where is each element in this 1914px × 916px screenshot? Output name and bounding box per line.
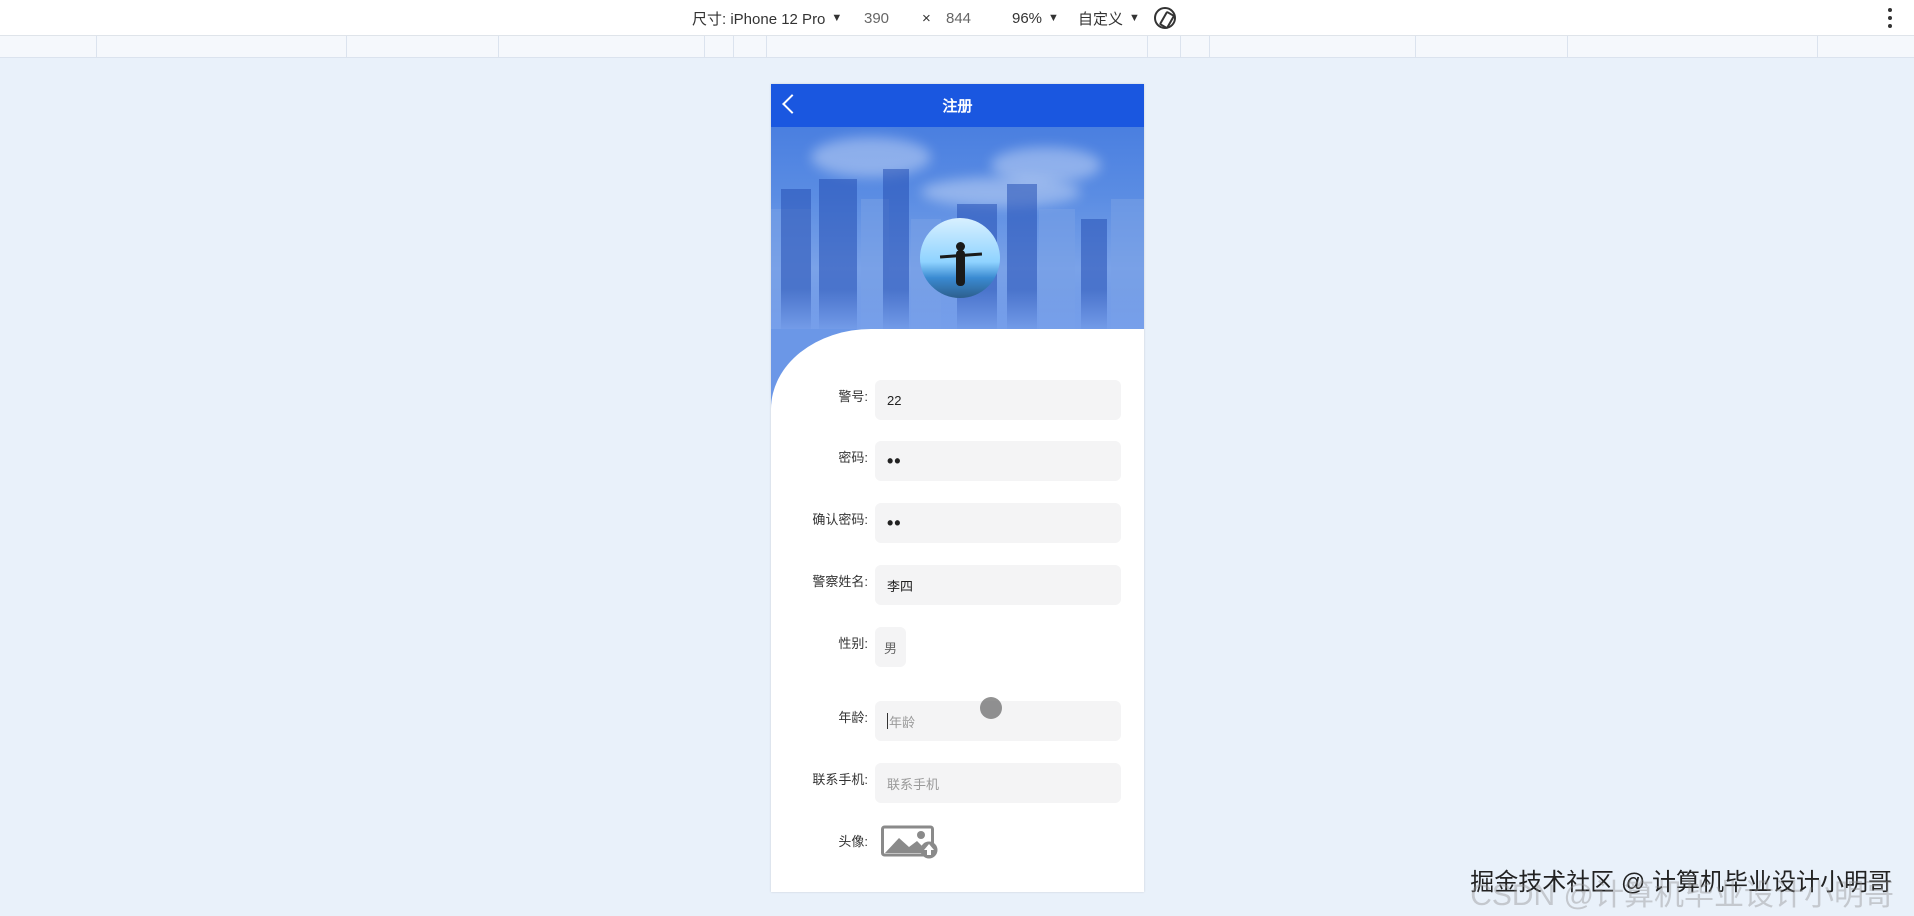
throttle-value: 自定义: [1078, 10, 1124, 28]
zoom-select[interactable]: 96% ▼: [1012, 0, 1059, 36]
gender-select[interactable]: 男: [875, 627, 906, 667]
name-input[interactable]: 李四: [875, 565, 1121, 605]
chevron-down-icon: ▼: [831, 12, 843, 24]
width-value: 390: [864, 9, 890, 27]
devtools-device-toolbar: 尺寸: iPhone 12 Pro ▼ 390 × 844 96% ▼ 自定义 …: [0, 0, 1914, 36]
form-row-confirm: 确认密码: ••: [771, 503, 1144, 543]
chevron-down-icon: ▼: [1048, 12, 1059, 24]
avatar: [920, 218, 1000, 298]
form-row-age: 年龄: 年龄: [771, 701, 1144, 741]
phone-viewport: 注册 警号: 22 密码: •• 确认密码: •• 警察姓名: 李四 性别: 男…: [771, 84, 1144, 892]
form-row-password: 密码: ••: [771, 441, 1144, 481]
dimension-separator: ×: [922, 0, 931, 36]
back-icon[interactable]: [782, 94, 802, 114]
times-symbol: ×: [922, 9, 931, 27]
height-input[interactable]: 844: [946, 0, 971, 36]
confirm-password-input[interactable]: ••: [875, 503, 1121, 543]
phone-label: 联系手机:: [812, 772, 868, 787]
more-vertical-icon[interactable]: [1888, 8, 1892, 28]
badge-label: 警号:: [838, 389, 868, 404]
image-upload-icon[interactable]: [881, 825, 939, 859]
badge-input[interactable]: 22: [875, 380, 1121, 420]
rotate-button[interactable]: [1154, 0, 1176, 36]
nav-bar: 注册: [771, 84, 1144, 127]
device-select-label: 尺寸: iPhone 12 Pro: [692, 10, 826, 28]
confirm-password-label: 确认密码:: [812, 512, 868, 527]
phone-input[interactable]: 联系手机: [875, 763, 1121, 803]
rotate-icon: [1154, 7, 1176, 29]
media-query-ruler: [0, 36, 1914, 58]
gender-label: 性别:: [838, 636, 868, 651]
chevron-down-icon: ▼: [1129, 12, 1140, 24]
avatar-label: 头像:: [838, 834, 868, 849]
age-label: 年龄:: [838, 710, 868, 725]
form-row-avatar: 头像:: [771, 825, 1144, 865]
throttle-select[interactable]: 自定义 ▼: [1078, 0, 1140, 36]
form-row-gender: 性别: 男: [771, 627, 1144, 667]
text-caret: [887, 713, 888, 729]
device-select[interactable]: 尺寸: iPhone 12 Pro ▼: [692, 0, 842, 36]
age-placeholder: 年龄: [889, 714, 916, 730]
height-value: 844: [946, 9, 972, 27]
touch-cursor-indicator: [980, 697, 1002, 719]
watermark-faint: CSDN @计算机毕业设计小明哥: [1470, 879, 1894, 912]
name-label: 警察姓名:: [812, 574, 868, 589]
width-input[interactable]: 390: [864, 0, 889, 36]
page-title: 注册: [942, 98, 973, 115]
form-row-badge: 警号: 22: [771, 380, 1144, 420]
form-row-phone: 联系手机: 联系手机: [771, 763, 1144, 803]
zoom-value: 96%: [1012, 9, 1043, 27]
password-label: 密码:: [838, 450, 868, 465]
form-row-name: 警察姓名: 李四: [771, 565, 1144, 605]
password-input[interactable]: ••: [875, 441, 1121, 481]
